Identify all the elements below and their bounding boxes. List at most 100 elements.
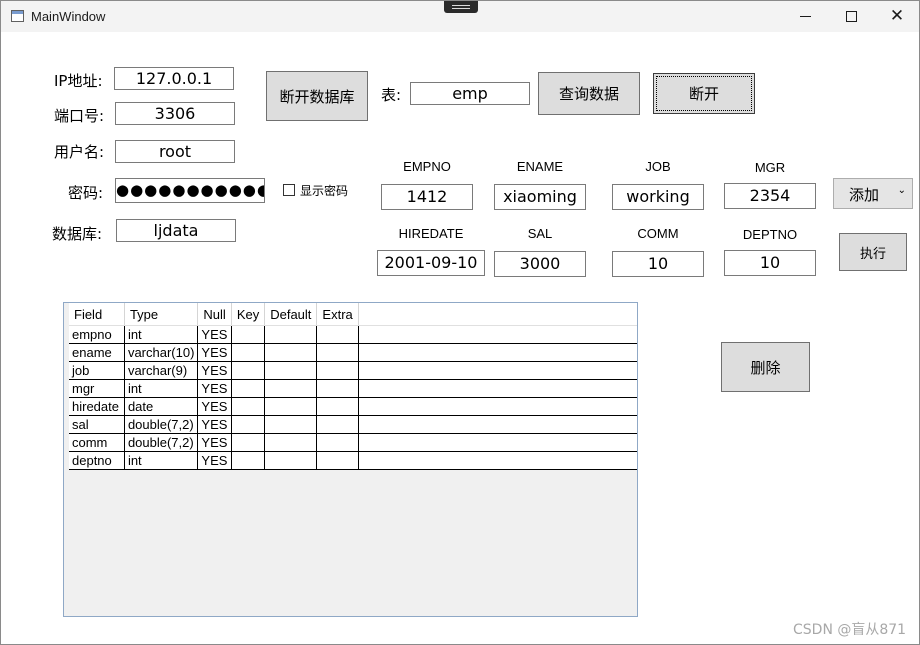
cell-default[interactable] xyxy=(264,343,318,362)
hiredate-input[interactable]: 2001-09-10 xyxy=(377,250,485,276)
cell-key[interactable] xyxy=(231,379,266,398)
mgr-input[interactable]: 2354 xyxy=(724,183,816,209)
cell-filler xyxy=(358,433,637,452)
cell-extra[interactable] xyxy=(316,415,359,434)
cell-null[interactable]: YES xyxy=(197,379,232,398)
drag-handle-icon[interactable] xyxy=(444,1,478,13)
execute-button[interactable]: 执行 xyxy=(839,233,907,271)
action-combobox[interactable]: 添加 ⌄ xyxy=(833,178,913,209)
table-row[interactable]: mgr int YES xyxy=(69,379,637,398)
cell-key[interactable] xyxy=(231,397,266,416)
cell-extra[interactable] xyxy=(316,451,359,470)
ename-input[interactable]: xiaoming xyxy=(494,184,586,210)
cell-key[interactable] xyxy=(231,325,266,344)
cell-default[interactable] xyxy=(264,397,318,416)
maximize-button[interactable] xyxy=(828,1,874,32)
cell-default[interactable] xyxy=(264,415,318,434)
minimize-button[interactable] xyxy=(782,1,828,32)
disconnect-database-button[interactable]: 断开数据库 xyxy=(266,71,368,121)
cell-extra[interactable] xyxy=(316,343,359,362)
database-label: 数据库: xyxy=(52,225,103,243)
cell-type[interactable]: int xyxy=(124,325,199,344)
title-bar[interactable]: MainWindow ✕ xyxy=(1,1,919,32)
cell-extra[interactable] xyxy=(316,379,359,398)
disconnect-button[interactable]: 断开 xyxy=(653,73,755,114)
password-input[interactable]: ●●●●●●●●●●● xyxy=(115,178,265,203)
cell-filler xyxy=(358,343,637,362)
delete-button[interactable]: 删除 xyxy=(721,342,810,392)
cell-key[interactable] xyxy=(231,415,266,434)
cell-extra[interactable] xyxy=(316,325,359,344)
cell-type[interactable]: varchar(10) xyxy=(124,343,199,362)
table-header-row: Field Type Null Key Default Extra xyxy=(69,303,637,326)
comm-input[interactable]: 10 xyxy=(612,251,704,277)
column-header-key[interactable]: Key xyxy=(231,303,266,326)
watermark-text: CSDN @盲从871 xyxy=(793,622,907,638)
cell-null[interactable]: YES xyxy=(197,433,232,452)
close-button[interactable]: ✕ xyxy=(874,1,919,32)
cell-field[interactable]: hiredate xyxy=(69,397,125,416)
comm-label: COMM xyxy=(637,226,679,241)
table-row[interactable]: hiredate date YES xyxy=(69,397,637,416)
cell-type[interactable]: double(7,2) xyxy=(124,415,199,434)
window-title: MainWindow xyxy=(31,9,106,24)
chevron-down-icon: ⌄ xyxy=(897,185,906,196)
sal-input[interactable]: 3000 xyxy=(494,251,586,277)
cell-null[interactable]: YES xyxy=(197,325,232,344)
table-row[interactable]: ename varchar(10) YES xyxy=(69,343,637,362)
cell-null[interactable]: YES xyxy=(197,415,232,434)
cell-key[interactable] xyxy=(231,343,266,362)
cell-default[interactable] xyxy=(264,325,318,344)
cell-extra[interactable] xyxy=(316,361,359,380)
cell-field[interactable]: job xyxy=(69,361,125,380)
cell-default[interactable] xyxy=(264,451,318,470)
column-header-default[interactable]: Default xyxy=(264,303,318,326)
cell-key[interactable] xyxy=(231,433,266,452)
cell-extra[interactable] xyxy=(316,397,359,416)
minimize-icon xyxy=(799,16,811,17)
column-header-extra[interactable]: Extra xyxy=(316,303,359,326)
cell-null[interactable]: YES xyxy=(197,451,232,470)
table-row[interactable]: sal double(7,2) YES xyxy=(69,415,637,434)
cell-field[interactable]: deptno xyxy=(69,451,125,470)
cell-field[interactable]: ename xyxy=(69,343,125,362)
cell-type[interactable]: date xyxy=(124,397,199,416)
cell-field[interactable]: empno xyxy=(69,325,125,344)
cell-key[interactable] xyxy=(231,451,266,470)
job-input[interactable]: working xyxy=(612,184,704,210)
cell-default[interactable] xyxy=(264,433,318,452)
database-input[interactable]: ljdata xyxy=(116,219,236,242)
cell-field[interactable]: mgr xyxy=(69,379,125,398)
cell-type[interactable]: int xyxy=(124,451,199,470)
cell-null[interactable]: YES xyxy=(197,343,232,362)
table-row[interactable]: job varchar(9) YES xyxy=(69,361,637,380)
port-label: 端口号: xyxy=(54,107,105,125)
window-icon xyxy=(11,10,24,22)
table-row[interactable]: empno int YES xyxy=(69,325,637,344)
cell-key[interactable] xyxy=(231,361,266,380)
cell-type[interactable]: varchar(9) xyxy=(124,361,199,380)
cell-null[interactable]: YES xyxy=(197,397,232,416)
user-input[interactable]: root xyxy=(115,140,235,163)
port-input[interactable]: 3306 xyxy=(115,102,235,125)
query-data-button[interactable]: 查询数据 xyxy=(538,72,640,115)
cell-type[interactable]: int xyxy=(124,379,199,398)
cell-default[interactable] xyxy=(264,379,318,398)
cell-field[interactable]: sal xyxy=(69,415,125,434)
column-header-null[interactable]: Null xyxy=(197,303,232,326)
cell-type[interactable]: double(7,2) xyxy=(124,433,199,452)
cell-default[interactable] xyxy=(264,361,318,380)
deptno-input[interactable]: 10 xyxy=(724,250,816,276)
data-grid[interactable]: Field Type Null Key Default Extra empno … xyxy=(63,302,638,617)
table-row[interactable]: deptno int YES xyxy=(69,451,637,470)
cell-extra[interactable] xyxy=(316,433,359,452)
cell-null[interactable]: YES xyxy=(197,361,232,380)
show-password-checkbox[interactable] xyxy=(283,184,295,196)
empno-input[interactable]: 1412 xyxy=(381,184,473,210)
cell-field[interactable]: comm xyxy=(69,433,125,452)
table-input[interactable]: emp xyxy=(410,82,530,105)
column-header-field[interactable]: Field xyxy=(69,303,125,326)
ip-input[interactable]: 127.0.0.1 xyxy=(114,67,234,90)
column-header-type[interactable]: Type xyxy=(124,303,199,326)
table-row[interactable]: comm double(7,2) YES xyxy=(69,433,637,452)
